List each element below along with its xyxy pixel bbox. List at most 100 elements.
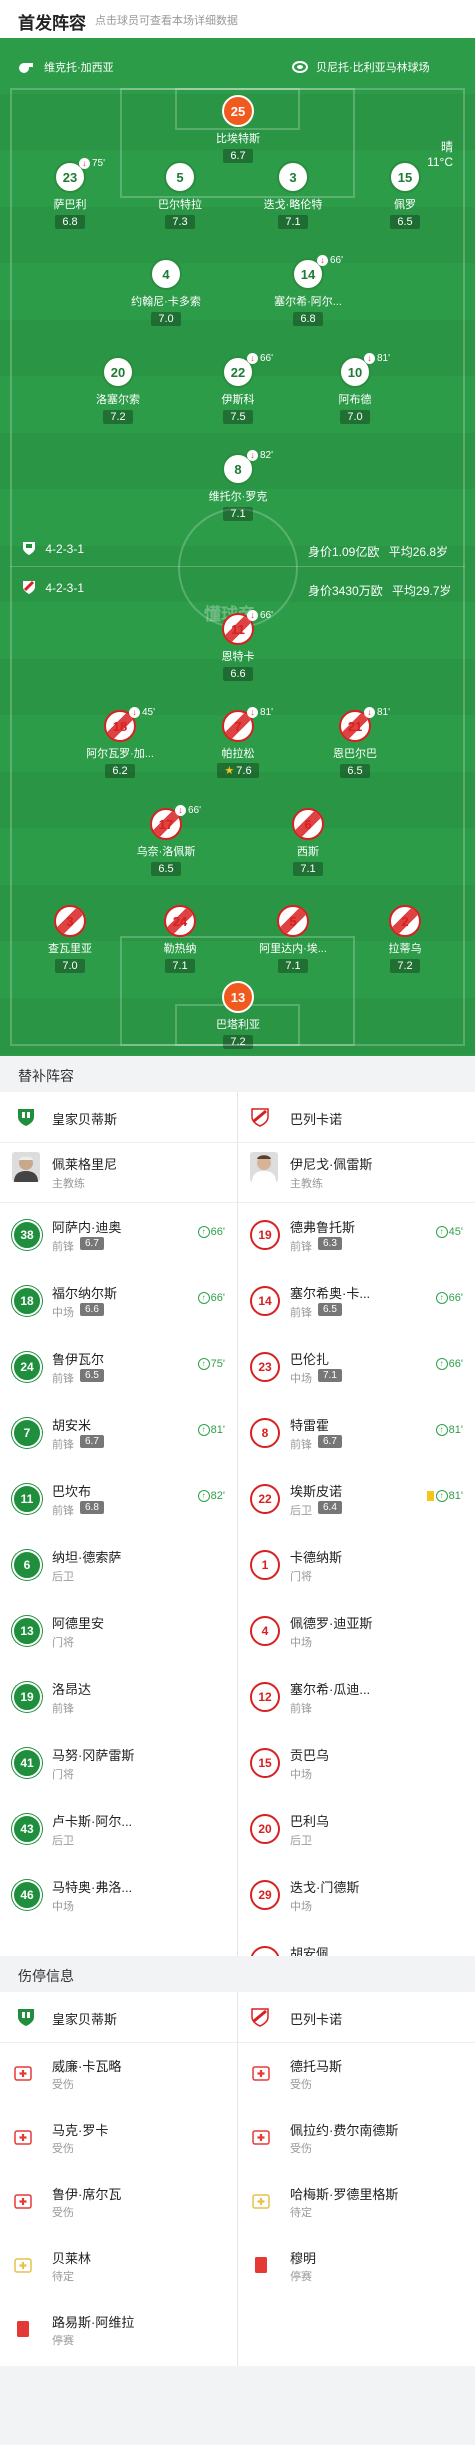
subs-away-team[interactable]: 巴列卡诺: [290, 1109, 342, 1128]
sub-number-badge: 8: [250, 1418, 280, 1448]
sub-in-indicator: ↑ 45': [435, 1226, 463, 1238]
lineup-player[interactable]: 5 阿里达内·埃... 7.1: [238, 905, 348, 974]
sub-player-row[interactable]: 8 特雷霍 前锋 6.7 ↑ 81': [238, 1400, 475, 1466]
lineup-player[interactable]: 3 迭戈·略伦特 7.1: [238, 161, 348, 230]
sub-in-icon: ↑: [197, 1424, 210, 1436]
center-circle: [178, 508, 298, 628]
injury-away-team[interactable]: 巴列卡诺: [290, 2009, 342, 2028]
away-coach-name[interactable]: 伊尼戈·佩雷斯: [290, 1154, 372, 1173]
sub-player-row[interactable]: 15 贡巴乌 中场: [238, 1730, 475, 1796]
sub-player-row[interactable]: 29 迭戈·门德斯 中场: [238, 1862, 475, 1928]
injury-row[interactable]: 贝莱林 待定: [0, 2234, 237, 2298]
player-number: 22: [230, 364, 246, 380]
player-number: 4: [162, 266, 170, 282]
lineup-player[interactable]: 10 ↓ 81' 阿布德 7.0: [300, 353, 410, 425]
injury-status: 受伤: [52, 2079, 74, 2091]
sub-number: 24: [20, 1360, 34, 1374]
player-number-badge: 3: [277, 161, 309, 193]
player-number-badge: 3: [54, 905, 86, 937]
lineup-player[interactable]: 24 勒热纳 7.1: [125, 905, 235, 974]
sub-out-icon: ↓: [364, 707, 375, 718]
lineup-player[interactable]: 2 拉蒂乌 7.2: [350, 905, 460, 974]
top-bar: 首发阵容 点击球员可查看本场详细数据: [0, 0, 475, 38]
sub-out-icon: ↓: [79, 158, 90, 169]
sub-number-badge: 14: [250, 1286, 280, 1316]
lineup-player[interactable]: 18 ↓ 45' 阿尔瓦罗·加... 6.2: [65, 707, 175, 779]
sub-player-row[interactable]: 18 福尔纳尔斯 中场 6.6 ↑ 66': [0, 1268, 237, 1334]
sub-position: 前锋: [290, 1703, 312, 1715]
sub-player-row[interactable]: 23 巴伦扎 中场 7.1 ↑ 66': [238, 1334, 475, 1400]
away-coach-avatar[interactable]: [250, 1152, 278, 1182]
sub-in-indicator: ↑ 81': [426, 1490, 463, 1502]
sub-player-row[interactable]: 1 卡德纳斯 门将: [238, 1532, 475, 1598]
lineup-player[interactable]: 6 西斯 7.1: [253, 808, 363, 877]
sub-player-row[interactable]: 41 马努·冈萨雷斯 门将: [0, 1730, 237, 1796]
sub-player-row[interactable]: 7 胡安米 前锋 6.7 ↑ 81': [0, 1400, 237, 1466]
sub-name: 迭戈·门德斯: [290, 1880, 360, 1895]
lineup-player[interactable]: 21 ↓ 81' 恩巴尔巴 6.5: [300, 707, 410, 779]
sub-number: 18: [20, 1294, 34, 1308]
sub-player-row[interactable]: 4 佩德罗·迪亚斯 中场: [238, 1598, 475, 1664]
lineup-player[interactable]: 14 ↓ 66' 塞尔希·阿尔... 6.8: [253, 255, 363, 327]
injury-row[interactable]: 路易斯·阿维拉 停赛: [0, 2298, 237, 2362]
sub-position: 前锋: [290, 1439, 312, 1451]
player-name: 伊斯科: [221, 394, 255, 406]
sub-player-row[interactable]: 22 埃斯皮诺 后卫 6.4 ↑ 81': [238, 1466, 475, 1532]
lineup-player[interactable]: 17 ↓ 66' 乌奈·洛佩斯 6.5: [111, 805, 221, 877]
lineup-player[interactable]: 23 ↓ 75' 萨巴利 6.8: [15, 158, 125, 230]
injury-row[interactable]: 鲁伊·席尔瓦 受伤: [0, 2170, 237, 2234]
player-name: 恩特卡: [221, 651, 255, 663]
lineup-player[interactable]: 20 洛塞尔索 7.2: [63, 356, 173, 425]
sub-in-time: 45': [448, 1226, 463, 1238]
sub-in-indicator: ↑ 75': [197, 1358, 225, 1370]
injury-row[interactable]: 威廉·卡瓦略 受伤: [0, 2042, 237, 2106]
lineup-player[interactable]: 13 巴塔利亚 7.2: [183, 981, 293, 1050]
sub-player-row[interactable]: 43 卢卡斯·阿尔... 后卫: [0, 1796, 237, 1862]
sub-number-badge: 46: [12, 1880, 42, 1910]
injury-row[interactable]: 哈梅斯·罗德里格斯 待定: [238, 2170, 475, 2234]
lineup-player[interactable]: 8 ↓ 82' 维托尔·罗克 7.1: [183, 450, 293, 522]
injury-player-name: 穆明: [290, 2251, 317, 2266]
home-coach-avatar[interactable]: [12, 1152, 40, 1182]
sub-player-row[interactable]: 14 塞尔希奥·卡... 前锋 6.5 ↑ 66': [238, 1268, 475, 1334]
sub-player-row[interactable]: 19 洛昂达 前锋: [0, 1664, 237, 1730]
sub-player-row[interactable]: 38 阿萨内·迪奥 前锋 6.7 ↑ 66': [0, 1202, 237, 1268]
lineup-player[interactable]: 5 巴尔特拉 7.3: [125, 161, 235, 230]
injury-row[interactable]: 佩拉约·费尔南德斯 受伤: [238, 2106, 475, 2170]
sub-player-row[interactable]: 24 鲁伊瓦尔 前锋 6.5 ↑ 75': [0, 1334, 237, 1400]
sub-player-row[interactable]: 13 阿德里安 门将: [0, 1598, 237, 1664]
injury-row[interactable]: 德托马斯 受伤: [238, 2042, 475, 2106]
player-number: 13: [230, 989, 246, 1005]
yellow-card-icon: [426, 1491, 434, 1501]
lineup-player[interactable]: 11 ↓ 66' 恩特卡 6.6: [183, 610, 293, 682]
sub-player-row[interactable]: 46 马特奥·弗洛... 中场: [0, 1862, 237, 1928]
sub-position: 前锋: [52, 1241, 74, 1253]
sub-player-row[interactable]: 20 巴利乌 后卫: [238, 1796, 475, 1862]
sub-player-row[interactable]: 6 纳坦·德索萨 后卫: [0, 1532, 237, 1598]
sub-player-row[interactable]: 19 德弗鲁托斯 前锋 6.3 ↑ 45': [238, 1202, 475, 1268]
injury-row[interactable]: 马克·罗卡 受伤: [0, 2106, 237, 2170]
player-number-badge: 25: [222, 95, 254, 127]
player-name: 巴尔特拉: [158, 199, 202, 211]
sub-out-indicator: ↓ 66': [247, 353, 273, 364]
subs-section-title: 替补阵容: [18, 1068, 74, 1084]
lineup-player[interactable]: 22 ↓ 66' 伊斯科 7.5: [183, 353, 293, 425]
subs-home-team[interactable]: 皇家贝蒂斯: [52, 1109, 117, 1128]
player-number: 2: [401, 913, 409, 929]
sub-out-time: 66': [260, 610, 274, 621]
lineup-player[interactable]: 4 约翰尼·卡多索 7.0: [111, 258, 221, 327]
lineup-player[interactable]: 25 比埃特斯 6.7: [183, 95, 293, 164]
injury-row[interactable]: 穆明 停赛: [238, 2234, 475, 2298]
sub-in-time: 66': [210, 1226, 225, 1238]
sub-number-badge: 4: [250, 1616, 280, 1646]
lineup-player[interactable]: 3 查瓦里亚 7.0: [15, 905, 125, 974]
lineup-player[interactable]: 7 ↓ 81' 帕拉松 ★ 7.6: [183, 707, 293, 779]
sub-number: 13: [20, 1624, 34, 1638]
sub-player-row[interactable]: 12 塞尔希·瓜迪... 前锋: [238, 1664, 475, 1730]
sub-player-row[interactable]: 11 巴坎布 前锋 6.8 ↑ 82': [0, 1466, 237, 1532]
home-coach-name[interactable]: 佩莱格里尼: [52, 1154, 117, 1173]
sub-in-icon: ↑: [197, 1358, 210, 1370]
lineup-player[interactable]: 15 佩罗 6.5: [350, 161, 460, 230]
injury-home-team[interactable]: 皇家贝蒂斯: [52, 2009, 117, 2028]
sub-rating: 6.7: [80, 1435, 104, 1448]
